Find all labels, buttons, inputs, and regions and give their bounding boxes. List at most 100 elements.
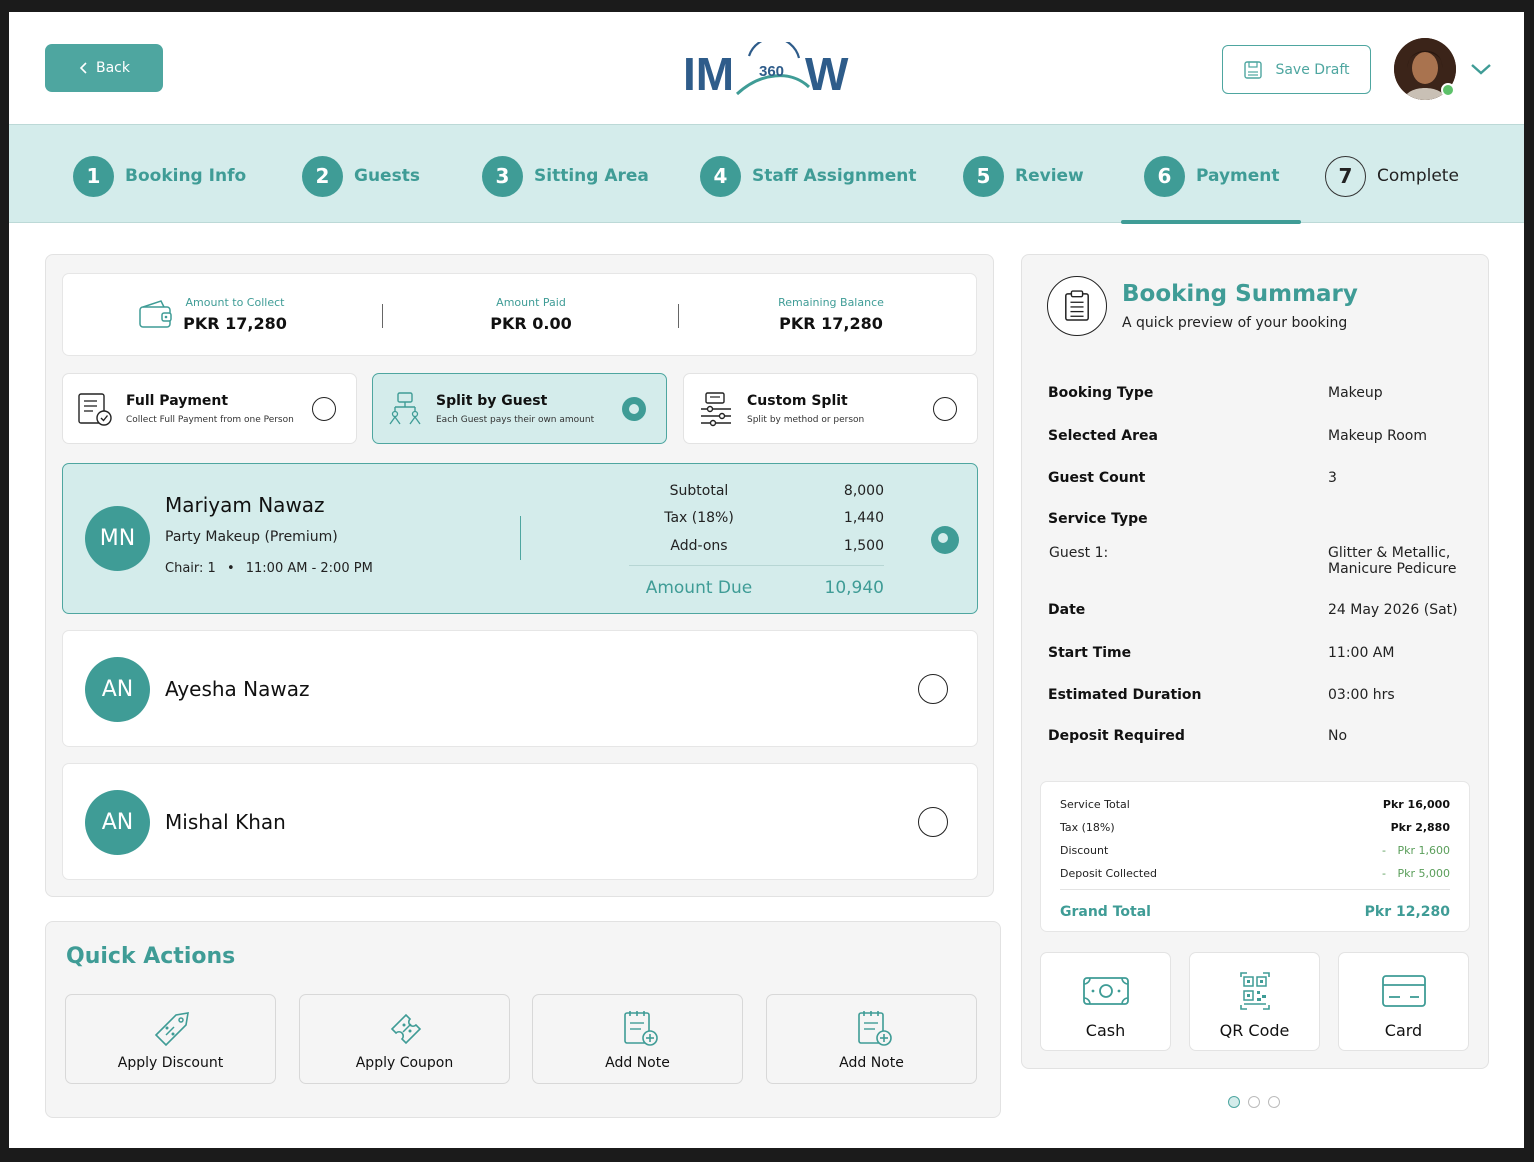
add-note-button[interactable]: Add Note — [532, 994, 743, 1084]
deposit-row: Deposit Collected - Pkr 5,000 — [1060, 867, 1450, 880]
add-note-button-2[interactable]: Add Note — [766, 994, 977, 1084]
step-label: Review — [1015, 166, 1084, 186]
note-add-icon — [624, 1011, 658, 1046]
active-step-indicator — [1121, 220, 1301, 224]
add-note-label: Add Note — [839, 1055, 904, 1071]
guest-service: Party Makeup (Premium) — [165, 529, 338, 545]
chevron-down-icon[interactable] — [1469, 60, 1493, 78]
guest-chair-time: Chair: 1 • 11:00 AM - 2:00 PM — [165, 561, 373, 576]
amount-to-collect: Amount to Collect PKR 17,280 — [175, 296, 295, 333]
guest-card-mariyam-nawaz[interactable]: MN Mariyam Nawaz Party Makeup (Premium) … — [62, 463, 978, 614]
deposit-value: Pkr 5,000 — [1397, 867, 1450, 880]
step-number: 7 — [1325, 155, 1366, 197]
amount-to-collect-value: PKR 17,280 — [183, 314, 287, 333]
card-icon — [1382, 975, 1426, 1007]
guest-card-ayesha-nawaz[interactable]: AN Ayesha Nawaz — [62, 630, 978, 747]
apply-discount-button[interactable]: Apply Discount — [65, 994, 276, 1084]
option-subtitle: Each Guest pays their own amount — [436, 415, 595, 425]
subtotal-value: 8,000 — [843, 483, 884, 499]
logo-text-left: IM — [683, 48, 734, 100]
logo-badge: 360 — [759, 63, 784, 80]
step-number: 2 — [302, 155, 343, 197]
service-line-1: Glitter & Metallic, — [1328, 545, 1451, 561]
grand-total-label: Grand Total — [1060, 904, 1151, 920]
guest-radio[interactable] — [918, 674, 948, 704]
header: Back IM 360 W Save Draft — [9, 12, 1524, 124]
option-custom-split[interactable]: Custom Split Split by method or person — [683, 373, 978, 444]
option-radio[interactable] — [312, 397, 336, 421]
guest-tax-row: Tax (18%) 1,440 — [629, 510, 884, 526]
guest-avatar: AN — [85, 657, 150, 722]
summary-key: Selected Area — [1048, 428, 1158, 444]
summary-value: 11:00 AM — [1328, 645, 1395, 661]
option-radio[interactable] — [933, 397, 957, 421]
guest-avatar: AN — [85, 790, 150, 855]
pagination-dot-active[interactable] — [1228, 1096, 1240, 1108]
amount-due-label: Amount Due — [645, 578, 753, 598]
minus-sign: - — [1382, 844, 1386, 857]
guest-chair: Chair: 1 — [165, 561, 216, 576]
qr-code-icon — [1240, 972, 1270, 1010]
pay-cash-button[interactable]: Cash — [1040, 952, 1171, 1051]
minus-sign: - — [1382, 867, 1386, 880]
guest-name: Mishal Khan — [165, 810, 286, 834]
divider — [520, 516, 521, 560]
amount-paid-label: Amount Paid — [496, 296, 566, 309]
qr-code-label: QR Code — [1219, 1021, 1290, 1040]
remaining-balance-label: Remaining Balance — [778, 296, 884, 309]
totals-card: Service Total Pkr 16,000 Tax (18%) Pkr 2… — [1040, 781, 1470, 932]
option-subtitle: Split by method or person — [747, 415, 865, 425]
addons-value: 1,500 — [843, 538, 884, 554]
step-guests[interactable]: 2 Guests — [302, 155, 420, 197]
step-label: Payment — [1196, 166, 1280, 186]
pagination-dot[interactable] — [1248, 1096, 1260, 1108]
step-label: Complete — [1377, 166, 1459, 186]
note-add-icon — [858, 1011, 892, 1046]
step-label: Staff Assignment — [752, 166, 917, 186]
step-booking-info[interactable]: 1 Booking Info — [73, 155, 246, 197]
quick-actions-title: Quick Actions — [66, 944, 236, 969]
divider — [1060, 889, 1450, 890]
online-status-dot — [1441, 83, 1455, 97]
option-title: Full Payment — [126, 393, 229, 409]
discount-row: Discount - Pkr 1,600 — [1060, 844, 1450, 857]
tax-label: Tax (18%) — [664, 510, 734, 526]
step-sitting-area[interactable]: 3 Sitting Area — [482, 155, 649, 197]
back-button[interactable]: Back — [45, 44, 163, 92]
amount-summary-bar: Amount to Collect PKR 17,280 Amount Paid… — [62, 273, 977, 356]
option-radio-selected[interactable] — [622, 397, 646, 421]
step-staff-assignment[interactable]: 4 Staff Assignment — [700, 155, 917, 197]
quick-actions-panel: Quick Actions Apply Discount Apply Coupo… — [45, 921, 1001, 1118]
wallet-icon — [139, 300, 172, 328]
chevron-left-icon — [79, 62, 87, 74]
cash-icon — [1083, 977, 1129, 1005]
subtotal-label: Subtotal — [669, 483, 729, 499]
save-draft-label: Save Draft — [1275, 61, 1350, 78]
apply-coupon-button[interactable]: Apply Coupon — [299, 994, 510, 1084]
back-label: Back — [96, 60, 130, 76]
guest-name: Mariyam Nawaz — [165, 493, 325, 517]
summary-key: Service Type — [1048, 511, 1148, 527]
pay-qr-code-button[interactable]: QR Code — [1189, 952, 1320, 1051]
step-payment[interactable]: 6 Payment — [1144, 155, 1280, 197]
split-guests-icon — [389, 392, 421, 425]
guest-subtotal-row: Subtotal 8,000 — [629, 483, 884, 499]
tax-label: Tax (18%) — [1060, 821, 1115, 834]
option-split-by-guest[interactable]: Split by Guest Each Guest pays their own… — [372, 373, 667, 444]
cash-label: Cash — [1085, 1021, 1126, 1040]
carousel-pagination — [1228, 1095, 1288, 1109]
summary-value: Makeup — [1328, 385, 1383, 401]
amount-paid: Amount Paid PKR 0.00 — [471, 296, 591, 333]
step-complete[interactable]: 7 Complete — [1325, 155, 1459, 197]
summary-key: Estimated Duration — [1048, 687, 1202, 703]
step-review[interactable]: 5 Review — [963, 155, 1084, 197]
guest-radio[interactable] — [918, 807, 948, 837]
summary-value: Glitter & Metallic, Manicure Pedicure — [1328, 545, 1456, 577]
save-draft-button[interactable]: Save Draft — [1222, 45, 1371, 94]
pay-card-button[interactable]: Card — [1338, 952, 1469, 1051]
option-full-payment[interactable]: Full Payment Collect Full Payment from o… — [62, 373, 357, 444]
guest-radio-selected[interactable] — [931, 526, 959, 554]
guest-card-mishal-khan[interactable]: AN Mishal Khan — [62, 763, 978, 880]
pagination-dot[interactable] — [1268, 1096, 1280, 1108]
summary-value: No — [1328, 728, 1348, 744]
